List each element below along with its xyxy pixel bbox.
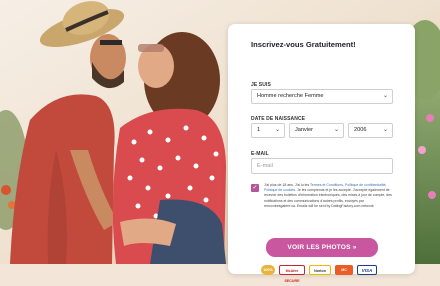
submit-button[interactable]: VOIR LES PHOTOS »: [266, 238, 378, 257]
privacy-link[interactable]: Politique de confidentialité: [345, 183, 386, 187]
terms-link[interactable]: Termes et Conditions: [310, 183, 343, 187]
guarantee-badge: 100%: [261, 265, 275, 275]
visa-badge: VISA: [357, 265, 377, 275]
month-select[interactable]: Janvier ⌄: [289, 123, 344, 138]
email-label: E-MAIL: [251, 151, 269, 157]
terms-text: J'ai plus de 18 ans. J'ai lu les Termes …: [264, 183, 396, 209]
terms-separator: ,: [385, 183, 387, 187]
terms-checkbox[interactable]: ✓: [251, 184, 259, 192]
signup-card: Inscrivez-vous Gratuitement! JE SUIS Hom…: [228, 24, 415, 283]
mastercard-badge: MC: [335, 265, 353, 275]
email-placeholder: E-mail: [257, 163, 273, 169]
chevron-down-icon: ⌄: [382, 127, 388, 133]
check-icon: ✓: [252, 185, 258, 191]
mcafee-badge: McAfee SECURE: [279, 265, 305, 283]
norton-badge: Norton: [309, 265, 331, 275]
day-value: 1: [257, 127, 261, 133]
year-value: 2006: [354, 127, 367, 133]
email-field[interactable]: E-mail: [251, 158, 393, 174]
birthdate-label: DATE DE NAISSANCE: [251, 116, 306, 122]
i-am-label: JE SUIS: [251, 82, 271, 88]
chevron-down-icon: ⌄: [274, 127, 280, 133]
cookies-link[interactable]: Politique de cookies: [264, 188, 295, 192]
i-am-select[interactable]: Homme recherche Femme ⌄: [251, 89, 393, 104]
year-select[interactable]: 2006 ⌄: [348, 123, 393, 138]
i-am-value: Homme recherche Femme: [257, 93, 324, 99]
chevron-down-icon: ⌄: [333, 127, 339, 133]
trust-badges: 100% McAfee SECURE Norton MC VISA: [261, 265, 377, 283]
signup-title: Inscrivez-vous Gratuitement!: [251, 40, 356, 49]
terms-text-part1: J'ai plus de 18 ans. J'ai lu les: [264, 183, 311, 187]
day-select[interactable]: 1 ⌄: [251, 123, 285, 138]
month-value: Janvier: [295, 127, 314, 133]
chevron-down-icon: ⌄: [382, 93, 388, 99]
